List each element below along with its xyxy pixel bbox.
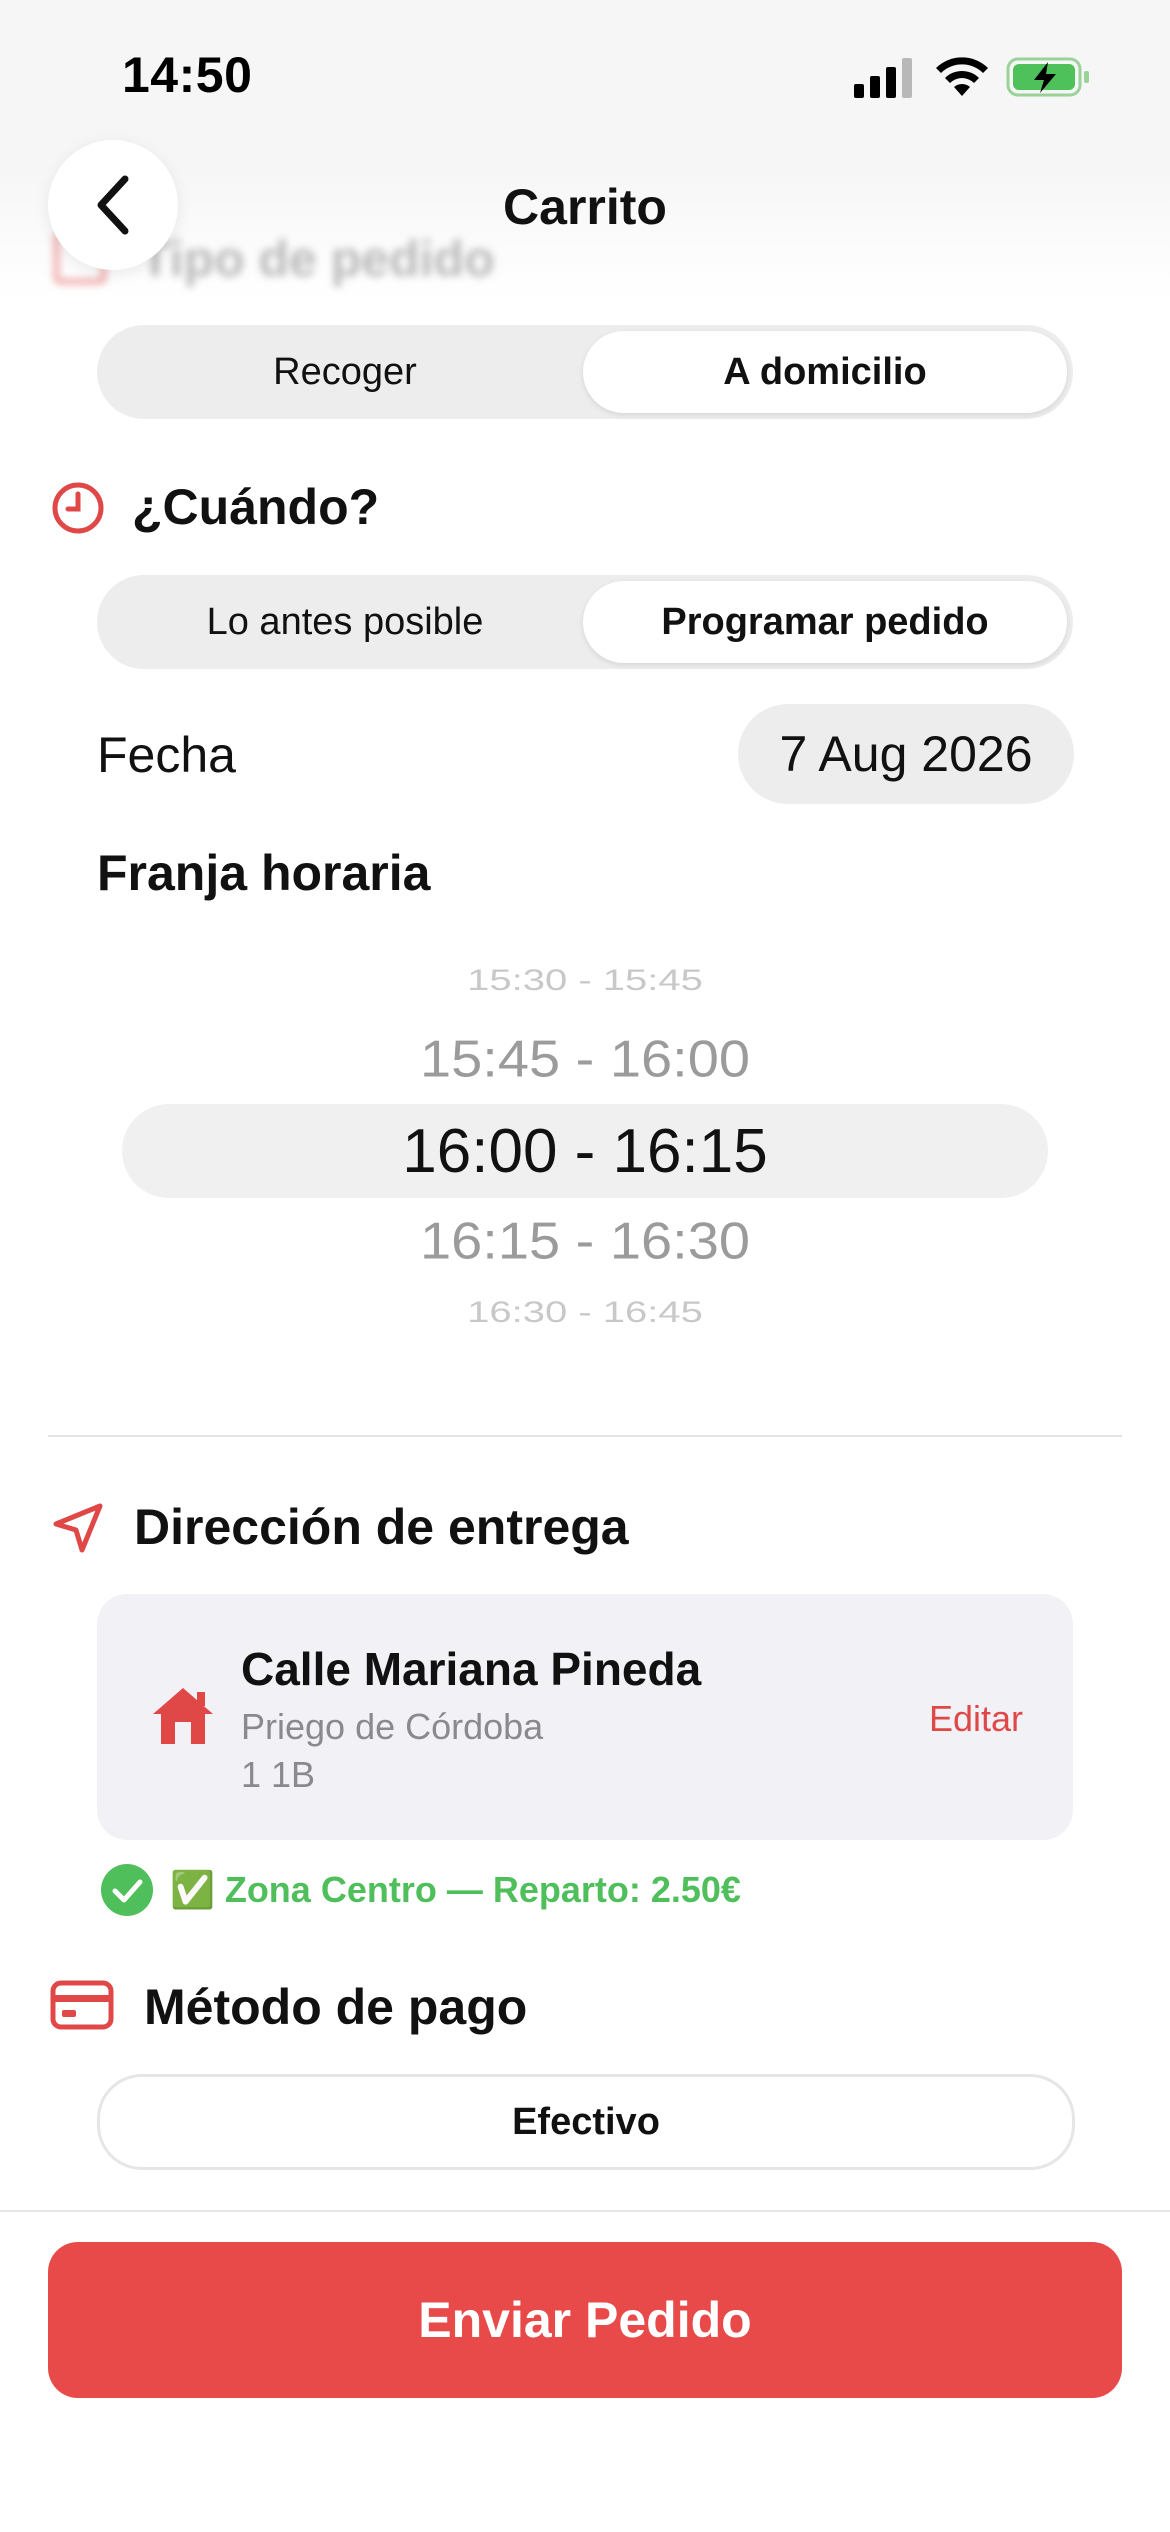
time-slot-label: Franja horaria bbox=[97, 845, 431, 901]
divider bbox=[48, 1435, 1122, 1437]
zone-text: ✅ Zona Centro — Reparto: 2.50€ bbox=[170, 1869, 741, 1910]
when-segmented: Lo antes posible Programar pedido bbox=[97, 575, 1073, 669]
option-delivery[interactable]: A domicilio bbox=[583, 331, 1067, 413]
address-street: Calle Mariana Pineda bbox=[241, 1643, 702, 1695]
order-type-title: Tipo de pedido bbox=[140, 231, 495, 287]
edit-address-link[interactable]: Editar bbox=[929, 1698, 1023, 1740]
submit-order-button[interactable]: Enviar Pedido bbox=[48, 2242, 1122, 2398]
payment-method-button[interactable]: Efectivo bbox=[97, 2074, 1075, 2170]
credit-card-icon bbox=[50, 1980, 114, 2037]
time-slot-option[interactable]: 15:45 - 16:00 bbox=[0, 1029, 1170, 1089]
time-slot-option[interactable]: 16:15 - 16:30 bbox=[0, 1211, 1170, 1271]
wifi-icon bbox=[934, 56, 990, 103]
date-label: Fecha bbox=[97, 727, 236, 783]
page-title: Carrito bbox=[503, 179, 667, 235]
delivery-zone-status: ✅ Zona Centro — Reparto: 2.50€ bbox=[100, 1862, 741, 1918]
option-asap[interactable]: Lo antes posible bbox=[103, 581, 587, 663]
order-type-segmented: Recoger A domicilio bbox=[97, 325, 1073, 419]
time-slot-option[interactable]: 16:30 - 16:45 bbox=[0, 1296, 1170, 1330]
when-title: ¿Cuándo? bbox=[132, 479, 380, 535]
time-slot-selected[interactable]: 16:00 - 16:15 bbox=[0, 1116, 1170, 1187]
battery-charging-icon bbox=[1006, 56, 1092, 103]
checkmark-circle-icon bbox=[101, 1864, 153, 1916]
scrolled-content-ghost bbox=[52, 20, 63, 65]
address-city: Priego de Córdoba bbox=[241, 1706, 544, 1747]
status-time: 14:50 bbox=[122, 47, 253, 103]
payment-title: Método de pago bbox=[144, 1979, 528, 2035]
signal-icon bbox=[854, 58, 914, 103]
clock-icon bbox=[50, 480, 106, 541]
delivery-title: Dirección de entrega bbox=[134, 1499, 629, 1555]
house-icon bbox=[151, 1686, 215, 1751]
option-pickup[interactable]: Recoger bbox=[103, 331, 587, 413]
location-arrow-icon bbox=[50, 1500, 106, 1561]
address-detail: 1 1B bbox=[241, 1754, 316, 1795]
time-slot-option[interactable]: 15:30 - 15:45 bbox=[0, 964, 1170, 998]
address-card: Calle Mariana Pineda Priego de Córdoba 1… bbox=[97, 1594, 1073, 1840]
date-picker-button[interactable]: 7 Aug 2026 bbox=[738, 704, 1074, 804]
option-schedule[interactable]: Programar pedido bbox=[583, 581, 1067, 663]
bottom-divider bbox=[0, 2210, 1170, 2212]
